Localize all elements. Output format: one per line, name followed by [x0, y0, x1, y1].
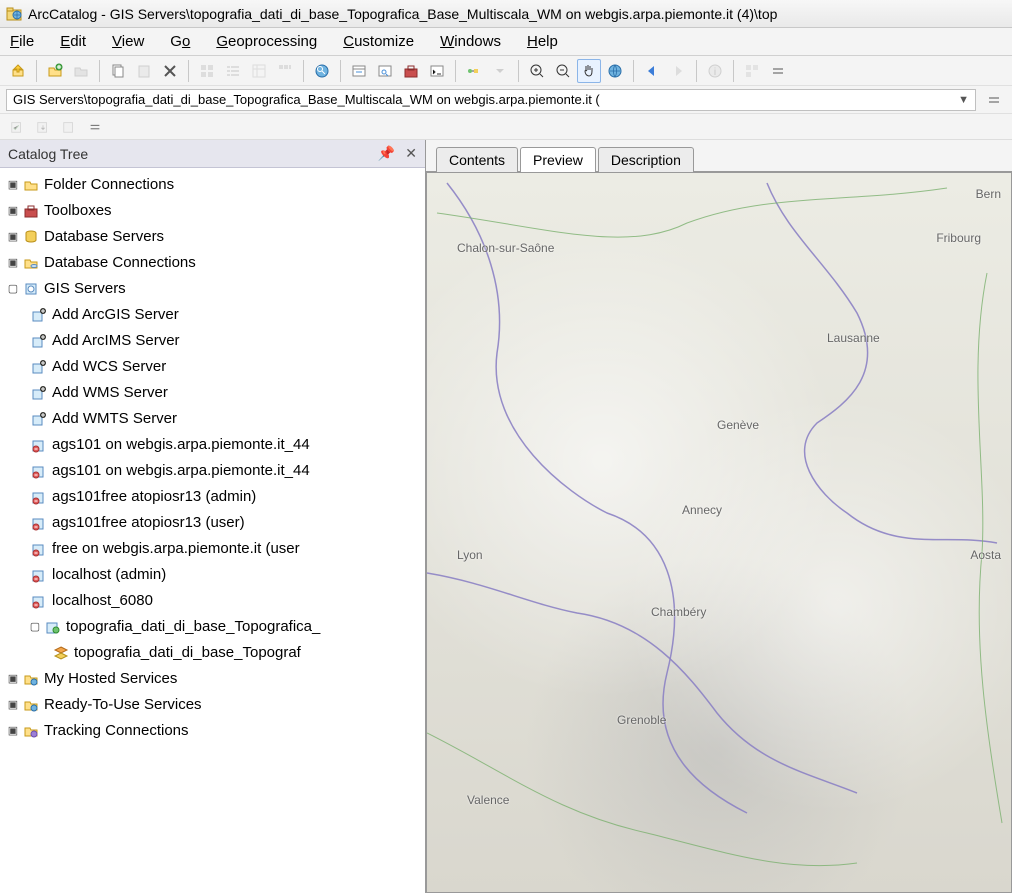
catalog-tree-body[interactable]: ▣Folder Connections ▣Toolboxes ▣Database… [0, 168, 425, 893]
close-pane-icon[interactable]: ✕ [405, 145, 417, 162]
delete-button[interactable] [158, 59, 182, 83]
tab-description[interactable]: Description [598, 147, 694, 172]
tree-database-servers[interactable]: ▣Database Servers [0, 224, 425, 250]
map-label-valence: Valence [467, 793, 509, 807]
map-label-aosta: Aosta [970, 548, 1001, 562]
location-bar: GIS Servers\topografia_dati_di_base_Topo… [0, 86, 1012, 114]
tree-topografia-layer[interactable]: topografia_dati_di_base_Topograf [0, 640, 425, 666]
map-label-bern: Bern [976, 187, 1001, 201]
content-pane: Contents Preview Description Chalon-sur-… [426, 140, 1012, 893]
identify-button: i [703, 59, 727, 83]
tree-my-hosted[interactable]: ▣My Hosted Services [0, 666, 425, 692]
main-toolbar: i [0, 56, 1012, 86]
tree-add-wmts-server[interactable]: Add WMTS Server [0, 406, 425, 432]
pan-button[interactable] [577, 59, 601, 83]
tree-localhost-6080[interactable]: localhost_6080 [0, 588, 425, 614]
thumbnails-button [273, 59, 297, 83]
tree-ags101free-admin[interactable]: ags101free atopiosr13 (admin) [0, 484, 425, 510]
paste-button [132, 59, 156, 83]
tree-gis-servers[interactable]: ▢GIS Servers [0, 276, 425, 302]
python-window-button[interactable] [425, 59, 449, 83]
details-button [247, 59, 271, 83]
forward-button [666, 59, 690, 83]
tree-toolboxes[interactable]: ▣Toolboxes [0, 198, 425, 224]
map-label-annecy: Annecy [682, 503, 722, 517]
toolbar-overflow[interactable] [766, 59, 790, 83]
location-dropdown-icon[interactable]: ▼ [958, 94, 969, 106]
copy-button[interactable] [106, 59, 130, 83]
zoom-out-button[interactable] [551, 59, 575, 83]
content-tabs: Contents Preview Description [426, 140, 1012, 172]
tree-add-arcims-server[interactable]: Add ArcIMS Server [0, 328, 425, 354]
tree-tracking[interactable]: ▣Tracking Connections [0, 718, 425, 744]
model-builder-dropdown [488, 59, 512, 83]
zoom-in-button[interactable] [525, 59, 549, 83]
map-label-chalon: Chalon-sur-Saône [457, 241, 554, 255]
location-text: GIS Servers\topografia_dati_di_base_Topo… [13, 92, 600, 107]
map-label-grenoble: Grenoble [617, 713, 666, 727]
toolbox-window-button[interactable] [399, 59, 423, 83]
menu-windows[interactable]: Windows [440, 33, 501, 50]
map-label-fribourg: Fribourg [936, 231, 981, 245]
location-input[interactable]: GIS Servers\topografia_dati_di_base_Topo… [6, 89, 976, 111]
tree-database-connections[interactable]: ▣Database Connections [0, 250, 425, 276]
tree-folder-connections[interactable]: ▣Folder Connections [0, 172, 425, 198]
map-preview[interactable]: Chalon-sur-Saône Fribourg Bern Lausanne … [426, 172, 1012, 893]
menu-customize[interactable]: Customize [343, 33, 414, 50]
tab-contents[interactable]: Contents [436, 147, 518, 172]
title-bar: ArcCatalog - GIS Servers\topografia_dati… [0, 0, 1012, 28]
metadata-properties-button [58, 116, 80, 138]
tree-free-webgis[interactable]: free on webgis.arpa.piemonte.it (user [0, 536, 425, 562]
map-label-chambery: Chambéry [651, 605, 706, 619]
menu-file[interactable]: File [10, 33, 34, 50]
search-window-button[interactable] [373, 59, 397, 83]
catalog-tree-header: Catalog Tree 📌 ✕ [0, 140, 425, 168]
tree-add-wms-server[interactable]: Add WMS Server [0, 380, 425, 406]
metadata-toolbar [0, 114, 1012, 140]
list-button [221, 59, 245, 83]
map-label-geneve: Genève [717, 418, 759, 432]
full-extent-button[interactable] [603, 59, 627, 83]
tree-localhost-admin[interactable]: localhost (admin) [0, 562, 425, 588]
tree-ags101-2[interactable]: ags101 on webgis.arpa.piemonte.it_44 [0, 458, 425, 484]
tree-add-wcs-server[interactable]: Add WCS Server [0, 354, 425, 380]
menu-help[interactable]: Help [527, 33, 558, 50]
metadata-overflow[interactable] [84, 116, 106, 138]
menu-geoprocessing[interactable]: Geoprocessing [216, 33, 317, 50]
validate-metadata-button [6, 116, 28, 138]
workspace: Catalog Tree 📌 ✕ ▣Folder Connections ▣To… [0, 140, 1012, 893]
catalog-tree-pane: Catalog Tree 📌 ✕ ▣Folder Connections ▣To… [0, 140, 426, 893]
svg-text:i: i [714, 67, 716, 78]
catalog-window-button[interactable] [347, 59, 371, 83]
show-catalog-button[interactable] [310, 59, 334, 83]
location-overflow[interactable] [982, 88, 1006, 112]
menu-bar: File Edit View Go Geoprocessing Customiz… [0, 28, 1012, 56]
connect-folder-button[interactable] [43, 59, 67, 83]
window-title: ArcCatalog - GIS Servers\topografia_dati… [28, 6, 777, 22]
export-metadata-button [32, 116, 54, 138]
pin-icon[interactable]: 📌 [378, 145, 395, 162]
tree-ags101free-user[interactable]: ags101free atopiosr13 (user) [0, 510, 425, 536]
large-icons-button [195, 59, 219, 83]
menu-go[interactable]: Go [170, 33, 190, 50]
tab-preview[interactable]: Preview [520, 147, 596, 172]
tree-ags101-1[interactable]: ags101 on webgis.arpa.piemonte.it_44 [0, 432, 425, 458]
up-one-level-button[interactable] [6, 59, 30, 83]
catalog-tree-title: Catalog Tree [8, 146, 88, 162]
menu-view[interactable]: View [112, 33, 144, 50]
menu-edit[interactable]: Edit [60, 33, 86, 50]
map-label-lausanne: Lausanne [827, 331, 880, 345]
create-thumbnail-button [740, 59, 764, 83]
disconnect-folder-button [69, 59, 93, 83]
model-builder-button[interactable] [462, 59, 486, 83]
back-button[interactable] [640, 59, 664, 83]
tree-topografia-conn[interactable]: ▢topografia_dati_di_base_Topografica_ [0, 614, 425, 640]
app-icon [6, 6, 22, 22]
tree-add-arcgis-server[interactable]: Add ArcGIS Server [0, 302, 425, 328]
tree-ready-to-use[interactable]: ▣Ready-To-Use Services [0, 692, 425, 718]
map-label-lyon: Lyon [457, 548, 483, 562]
